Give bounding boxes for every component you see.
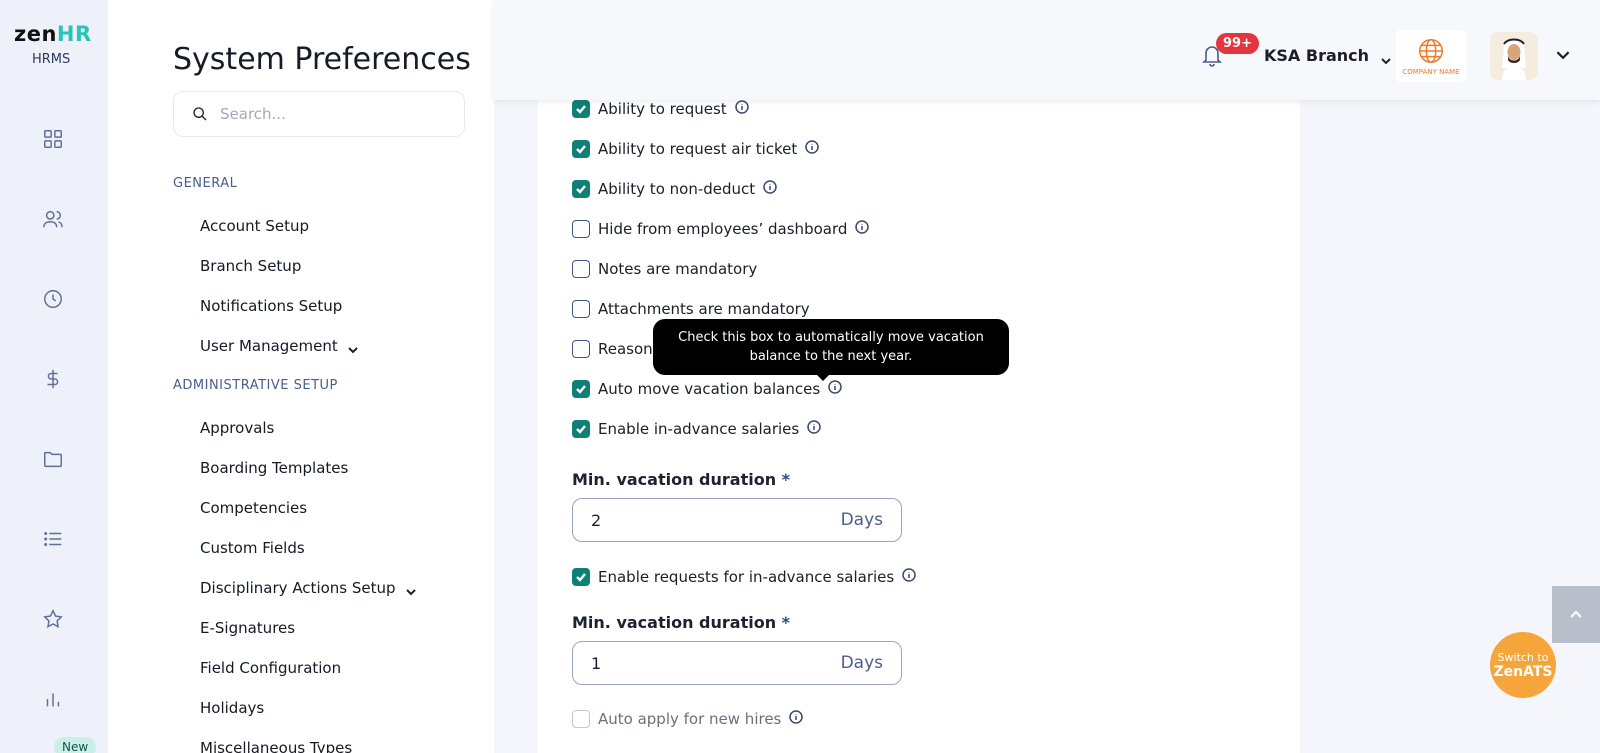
min-vacation-duration-input-2[interactable]: 1 Days [572,641,902,685]
days-unit: Days [840,653,883,673]
icon-rail: zenHR HRMS New [0,0,108,753]
user-avatar[interactable] [1490,32,1538,80]
option-ability-to-request-air-ticket[interactable]: Ability to request air ticket [572,140,820,158]
scroll-to-top-button[interactable] [1552,586,1600,643]
new-badge: New [54,737,97,753]
list-icon[interactable] [41,527,65,551]
info-icon[interactable] [805,140,820,158]
page-title: System Preferences [173,42,471,77]
nav-user-management[interactable]: User Management [200,337,358,355]
days-unit: Days [840,510,883,530]
nav-e-signatures[interactable]: E-Signatures [200,619,295,637]
nav-holidays[interactable]: Holidays [200,699,264,717]
info-icon[interactable] [902,568,916,586]
option-reason[interactable]: Reason [572,340,653,358]
company-logo[interactable]: COMPANY NAME [1396,30,1466,82]
info-icon[interactable] [734,100,749,118]
checkbox-checked[interactable] [572,100,590,118]
checkbox-unchecked[interactable] [572,710,590,728]
people-icon[interactable] [41,207,65,231]
search-icon [193,107,207,121]
notification-count-badge: 99+ [1216,33,1259,54]
checkbox-checked[interactable] [572,180,590,198]
chevron-down-icon [1381,51,1391,64]
chevron-up-icon [1570,610,1582,618]
checkbox-checked[interactable] [572,140,590,158]
settings-sidebar: System Preferences GENERAL Account Setup… [108,0,494,753]
checkbox-checked[interactable] [572,568,590,586]
option-enable-requests-in-advance-salaries[interactable]: Enable requests for in-advance salaries [572,568,916,586]
search-box[interactable] [173,91,465,137]
dashboard-icon[interactable] [41,127,65,151]
checkbox-unchecked[interactable] [572,340,590,358]
option-enable-in-advance-salaries[interactable]: Enable in-advance salaries [572,420,821,438]
info-icon[interactable] [855,220,870,238]
switch-to-zenats-button[interactable]: Switch to ZenATS [1490,632,1556,698]
option-ability-to-request[interactable]: Ability to request [572,100,749,118]
logo-subtitle: HRMS [32,52,71,67]
nav-branch-setup[interactable]: Branch Setup [200,257,301,275]
info-tooltip: Check this box to automatically move vac… [653,319,1009,381]
clock-icon[interactable] [41,287,65,311]
option-ability-to-non-deduct[interactable]: Ability to non-deduct [572,180,777,198]
min-vacation-duration-label: Min. vacation duration * [572,470,791,489]
chevron-down-icon [405,583,416,596]
nav-account-setup[interactable]: Account Setup [200,217,309,235]
info-icon[interactable] [763,180,777,198]
search-input[interactable] [220,105,440,123]
checkbox-checked[interactable] [572,380,590,398]
globe-icon [1419,39,1443,63]
zenhr-logo[interactable]: zenHR [14,22,92,46]
option-attachments-mandatory[interactable]: Attachments are mandatory [572,300,810,318]
chart-icon[interactable] [41,687,65,711]
nav-disciplinary-actions-setup[interactable]: Disciplinary Actions Setup [200,579,416,597]
min-vacation-duration-input[interactable]: 2 Days [572,498,902,542]
nav-boarding-templates[interactable]: Boarding Templates [200,459,348,477]
info-icon[interactable] [828,380,842,398]
dollar-icon[interactable] [41,367,65,391]
branch-selector[interactable]: KSA Branch [1264,46,1391,65]
checkbox-checked[interactable] [572,420,590,438]
top-bar: 99+ KSA Branch COMPANY NAME [494,0,1600,100]
checkbox-unchecked[interactable] [572,260,590,278]
option-hide-from-dashboard[interactable]: Hide from employees’ dashboard [572,220,870,238]
option-auto-apply-new-hires[interactable]: Auto apply for new hires [572,710,804,728]
checkbox-unchecked[interactable] [572,220,590,238]
option-auto-move-vacation-balances[interactable]: Auto move vacation balances [572,380,842,398]
nav-competencies[interactable]: Competencies [200,499,307,517]
folder-icon[interactable] [41,447,65,471]
nav-notifications-setup[interactable]: Notifications Setup [200,297,342,315]
section-heading-administrative: ADMINISTRATIVE SETUP [173,378,338,393]
star-icon[interactable] [41,607,65,631]
chevron-down-icon [348,341,358,354]
info-icon[interactable] [789,710,804,728]
min-vacation-duration-label-2: Min. vacation duration * [572,613,791,632]
option-notes-mandatory[interactable]: Notes are mandatory [572,260,757,278]
nav-miscellaneous-types[interactable]: Miscellaneous Types [200,739,352,753]
nav-custom-fields[interactable]: Custom Fields [200,539,305,557]
nav-field-configuration[interactable]: Field Configuration [200,659,341,677]
section-heading-general: GENERAL [173,176,238,191]
user-menu-chevron-icon[interactable] [1556,47,1570,66]
nav-approvals[interactable]: Approvals [200,419,274,437]
info-icon[interactable] [807,420,821,438]
checkbox-unchecked[interactable] [572,300,590,318]
